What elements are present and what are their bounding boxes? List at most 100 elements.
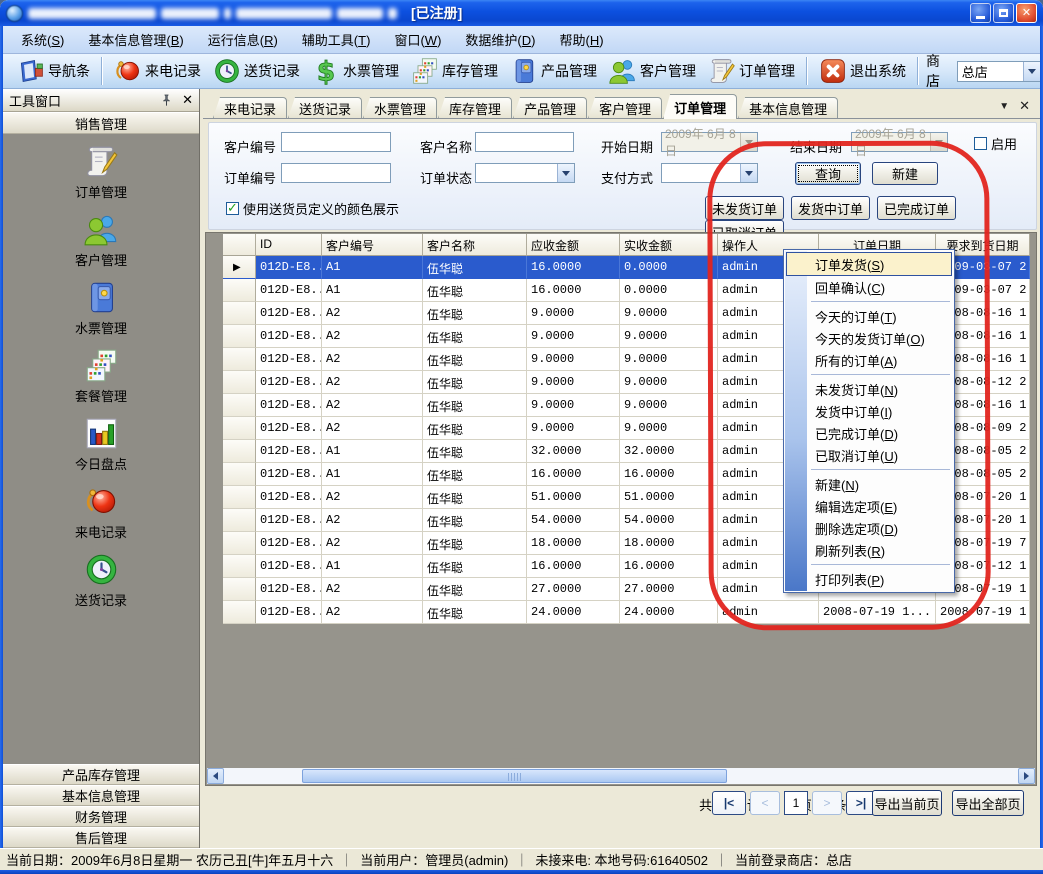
menu-bar-item[interactable]: 窗口(W) <box>382 26 453 53</box>
chevron-down-icon[interactable] <box>1023 62 1040 81</box>
context-menu-item[interactable] <box>785 466 953 473</box>
toolbar-button[interactable] <box>917 57 919 85</box>
order-no-input[interactable] <box>281 163 391 183</box>
sidebar-section-bar[interactable]: 财务管理 <box>3 806 199 827</box>
sidebar-item[interactable]: 来电记录 <box>3 484 199 541</box>
minimize-button[interactable] <box>970 3 991 23</box>
pin-icon[interactable] <box>159 93 174 108</box>
column-header-receivable[interactable]: 应收金额 <box>527 234 620 256</box>
context-menu-item[interactable]: 刷新列表(R) <box>785 539 953 561</box>
row-header-cell[interactable] <box>223 509 256 532</box>
row-header-cell[interactable] <box>223 279 256 302</box>
context-menu-item[interactable]: 回单确认(C) <box>785 276 953 298</box>
status-filter-button[interactable]: 发货中订单 <box>791 196 870 220</box>
context-menu-item[interactable]: 已取消订单(U) <box>785 444 953 466</box>
close-icon[interactable]: ✕ <box>182 92 193 108</box>
context-menu-item[interactable]: 订单发货(S) <box>786 252 952 276</box>
menu-bar-item[interactable]: 基本信息管理(B) <box>76 26 195 53</box>
checkbox-checked-icon[interactable] <box>226 202 239 215</box>
context-menu-item[interactable] <box>785 298 953 305</box>
order-status-combobox[interactable] <box>475 163 575 183</box>
context-menu-item[interactable] <box>785 561 953 568</box>
status-filter-button[interactable]: 已完成订单 <box>877 196 956 220</box>
context-menu-item[interactable]: 发货中订单(I) <box>785 400 953 422</box>
context-menu-item[interactable]: 今天的发货订单(O) <box>785 327 953 349</box>
chevron-down-icon[interactable] <box>557 164 574 182</box>
start-date-picker[interactable]: 2009年 6月 8日 <box>661 132 758 152</box>
row-header-cell[interactable] <box>223 394 256 417</box>
sidebar-item[interactable]: 订单管理 <box>3 144 199 201</box>
sidebar-item[interactable]: 今日盘点 <box>3 416 199 473</box>
menu-bar-item[interactable]: 系统(S) <box>9 26 76 53</box>
document-tab[interactable]: 产品管理 <box>513 97 587 118</box>
sidebar-section-bar[interactable]: 基本信息管理 <box>3 785 199 806</box>
row-header-cell[interactable] <box>223 348 256 371</box>
menu-bar-item[interactable]: 辅助工具(T) <box>290 26 383 53</box>
row-header-cell[interactable] <box>223 440 256 463</box>
customer-no-input[interactable] <box>281 132 391 152</box>
export-all-pages-button[interactable]: 导出全部页 <box>952 790 1024 816</box>
customer-name-input[interactable] <box>475 132 574 152</box>
column-header-received[interactable]: 实收金额 <box>620 234 718 256</box>
document-tab[interactable]: 水票管理 <box>363 97 437 118</box>
row-header-cell[interactable]: ▶ <box>223 256 256 279</box>
sidebar-section-bar[interactable]: 售后管理 <box>3 827 199 848</box>
toolbar-button[interactable] <box>101 57 103 85</box>
toolbar-button[interactable]: 退出系统 <box>813 55 912 87</box>
checkbox-icon[interactable] <box>974 137 987 150</box>
prev-page-button[interactable]: < <box>750 791 780 815</box>
column-header-customer-no[interactable]: 客户编号 <box>322 234 423 256</box>
toolbar-button[interactable]: 导航条 <box>11 55 96 87</box>
toolbar-button[interactable]: 产品管理 <box>504 55 603 87</box>
document-tab[interactable]: 订单管理 <box>663 94 737 119</box>
toolbar-button[interactable]: 水票管理 <box>306 55 405 87</box>
row-header-cell[interactable] <box>223 371 256 394</box>
context-menu-item[interactable]: 今天的订单(T) <box>785 305 953 327</box>
enable-date-filter-checkbox[interactable]: 启用 <box>974 134 1017 153</box>
horizontal-scrollbar[interactable] <box>207 768 1035 784</box>
query-button[interactable]: 查询 <box>795 162 861 185</box>
context-menu-item[interactable] <box>785 371 953 378</box>
context-menu-item[interactable]: 未发货订单(N) <box>785 378 953 400</box>
toolbar-button[interactable] <box>806 57 808 85</box>
column-header-id[interactable]: ID <box>256 234 322 256</box>
scroll-right-arrow[interactable] <box>1018 768 1035 784</box>
context-menu-item[interactable]: 已完成订单(D) <box>785 422 953 444</box>
page-number-input[interactable]: 1 <box>784 791 808 815</box>
maximize-button[interactable] <box>993 3 1014 23</box>
row-header-cell[interactable] <box>223 302 256 325</box>
document-tab[interactable]: 基本信息管理 <box>738 97 838 118</box>
menu-bar-item[interactable]: 帮助(H) <box>547 26 615 53</box>
document-tab[interactable]: 客户管理 <box>588 97 662 118</box>
toolbar-button[interactable]: 来电记录 <box>108 55 207 87</box>
status-filter-button[interactable]: 未发货订单 <box>705 196 784 220</box>
document-tab[interactable]: 库存管理 <box>438 97 512 118</box>
next-page-button[interactable]: > <box>812 791 842 815</box>
sidebar-item[interactable]: 水票管理 <box>3 280 199 337</box>
menu-bar-item[interactable]: 运行信息(R) <box>196 26 290 53</box>
context-menu-item[interactable]: 打印列表(P) <box>785 568 953 590</box>
export-current-page-button[interactable]: 导出当前页 <box>872 790 942 816</box>
menu-bar-item[interactable]: 数据维护(D) <box>453 26 547 53</box>
sidebar-section-sales[interactable]: 销售管理 <box>3 112 199 134</box>
toolbar-button[interactable]: 订单管理 <box>702 55 801 87</box>
first-page-button[interactable]: |< <box>712 791 746 815</box>
document-tab[interactable]: 来电记录 <box>213 97 287 118</box>
column-header-customer-name[interactable]: 客户名称 <box>423 234 527 256</box>
row-header-cell[interactable] <box>223 486 256 509</box>
chevron-down-icon[interactable] <box>740 164 757 182</box>
context-menu-item[interactable]: 新建(N) <box>785 473 953 495</box>
chevron-down-icon[interactable] <box>740 133 757 151</box>
new-button[interactable]: 新建 <box>872 162 938 185</box>
toolbar-button[interactable]: 库存管理 <box>405 55 504 87</box>
deliveryman-color-checkbox[interactable]: 使用送货员定义的颜色展示 <box>226 199 399 218</box>
sidebar-item[interactable]: 套餐管理 <box>3 348 199 405</box>
context-menu-item[interactable]: 删除选定项(D) <box>785 517 953 539</box>
chevron-down-icon[interactable] <box>930 133 947 151</box>
row-header-cell[interactable] <box>223 417 256 440</box>
document-tab[interactable]: 送货记录 <box>288 97 362 118</box>
toolbar-button[interactable]: 送货记录 <box>207 55 306 87</box>
scroll-left-arrow[interactable] <box>207 768 224 784</box>
tab-close-icon[interactable]: ✕ <box>1019 98 1030 114</box>
table-row[interactable]: 012D-E8... A2 伍华聪 24.0000 24.0000 admin … <box>223 601 1030 624</box>
